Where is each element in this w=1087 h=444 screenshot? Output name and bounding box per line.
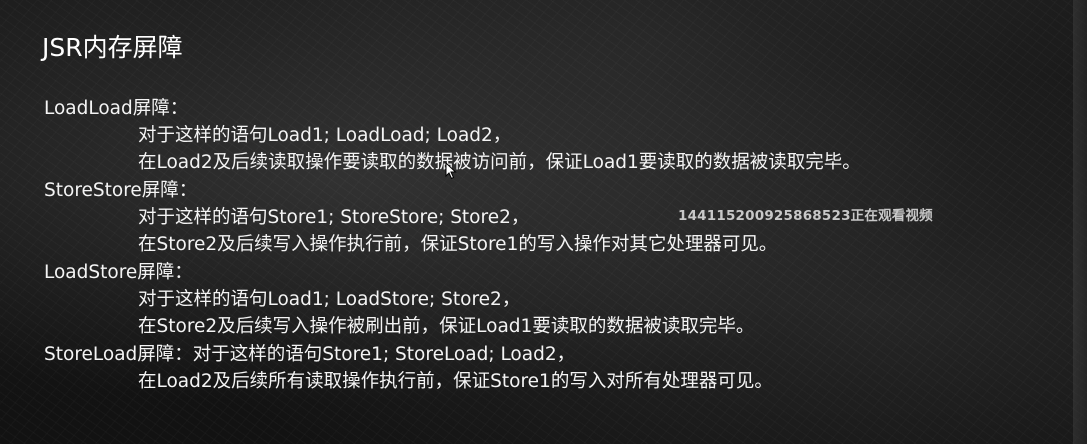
loadstore-description: 在Store2及后续写入操作被刷出前，保证Load1要读取的数据被读取完毕。 (138, 316, 755, 337)
loadload-statement: 对于这样的语句Load1; LoadLoad; Load2， (138, 125, 512, 146)
loadstore-heading: LoadStore屏障： (44, 262, 193, 283)
storestore-description: 在Store2及后续写入操作执行前，保证Store1的写入操作对其它处理器可见。 (138, 234, 778, 255)
slide-title: JSR内存屏障 (42, 33, 183, 62)
storestore-heading: StoreStore屏障： (44, 180, 198, 201)
loadload-description: 在Load2及后续读取操作要读取的数据被访问前，保证Load1要读取的数据被读取… (138, 152, 861, 173)
loadstore-statement: 对于这样的语句Load1; LoadStore; Store2， (138, 289, 521, 310)
window-edge-strip (1073, 0, 1087, 444)
storeload-description: 在Load2及后续所有读取操作执行前，保证Store1的写入对所有处理器可见。 (138, 371, 773, 392)
storeload-heading: StoreLoad屏障：对于这样的语句Store1; StoreLoad; Lo… (44, 344, 576, 365)
mouse-pointer-icon (445, 162, 457, 180)
viewer-watermark: 1441152009258685​23正在观看视频 (678, 208, 933, 224)
loadload-heading: LoadLoad屏障： (44, 98, 189, 119)
storestore-statement: 对于这样的语句Store1; StoreStore; Store2， (138, 207, 530, 228)
